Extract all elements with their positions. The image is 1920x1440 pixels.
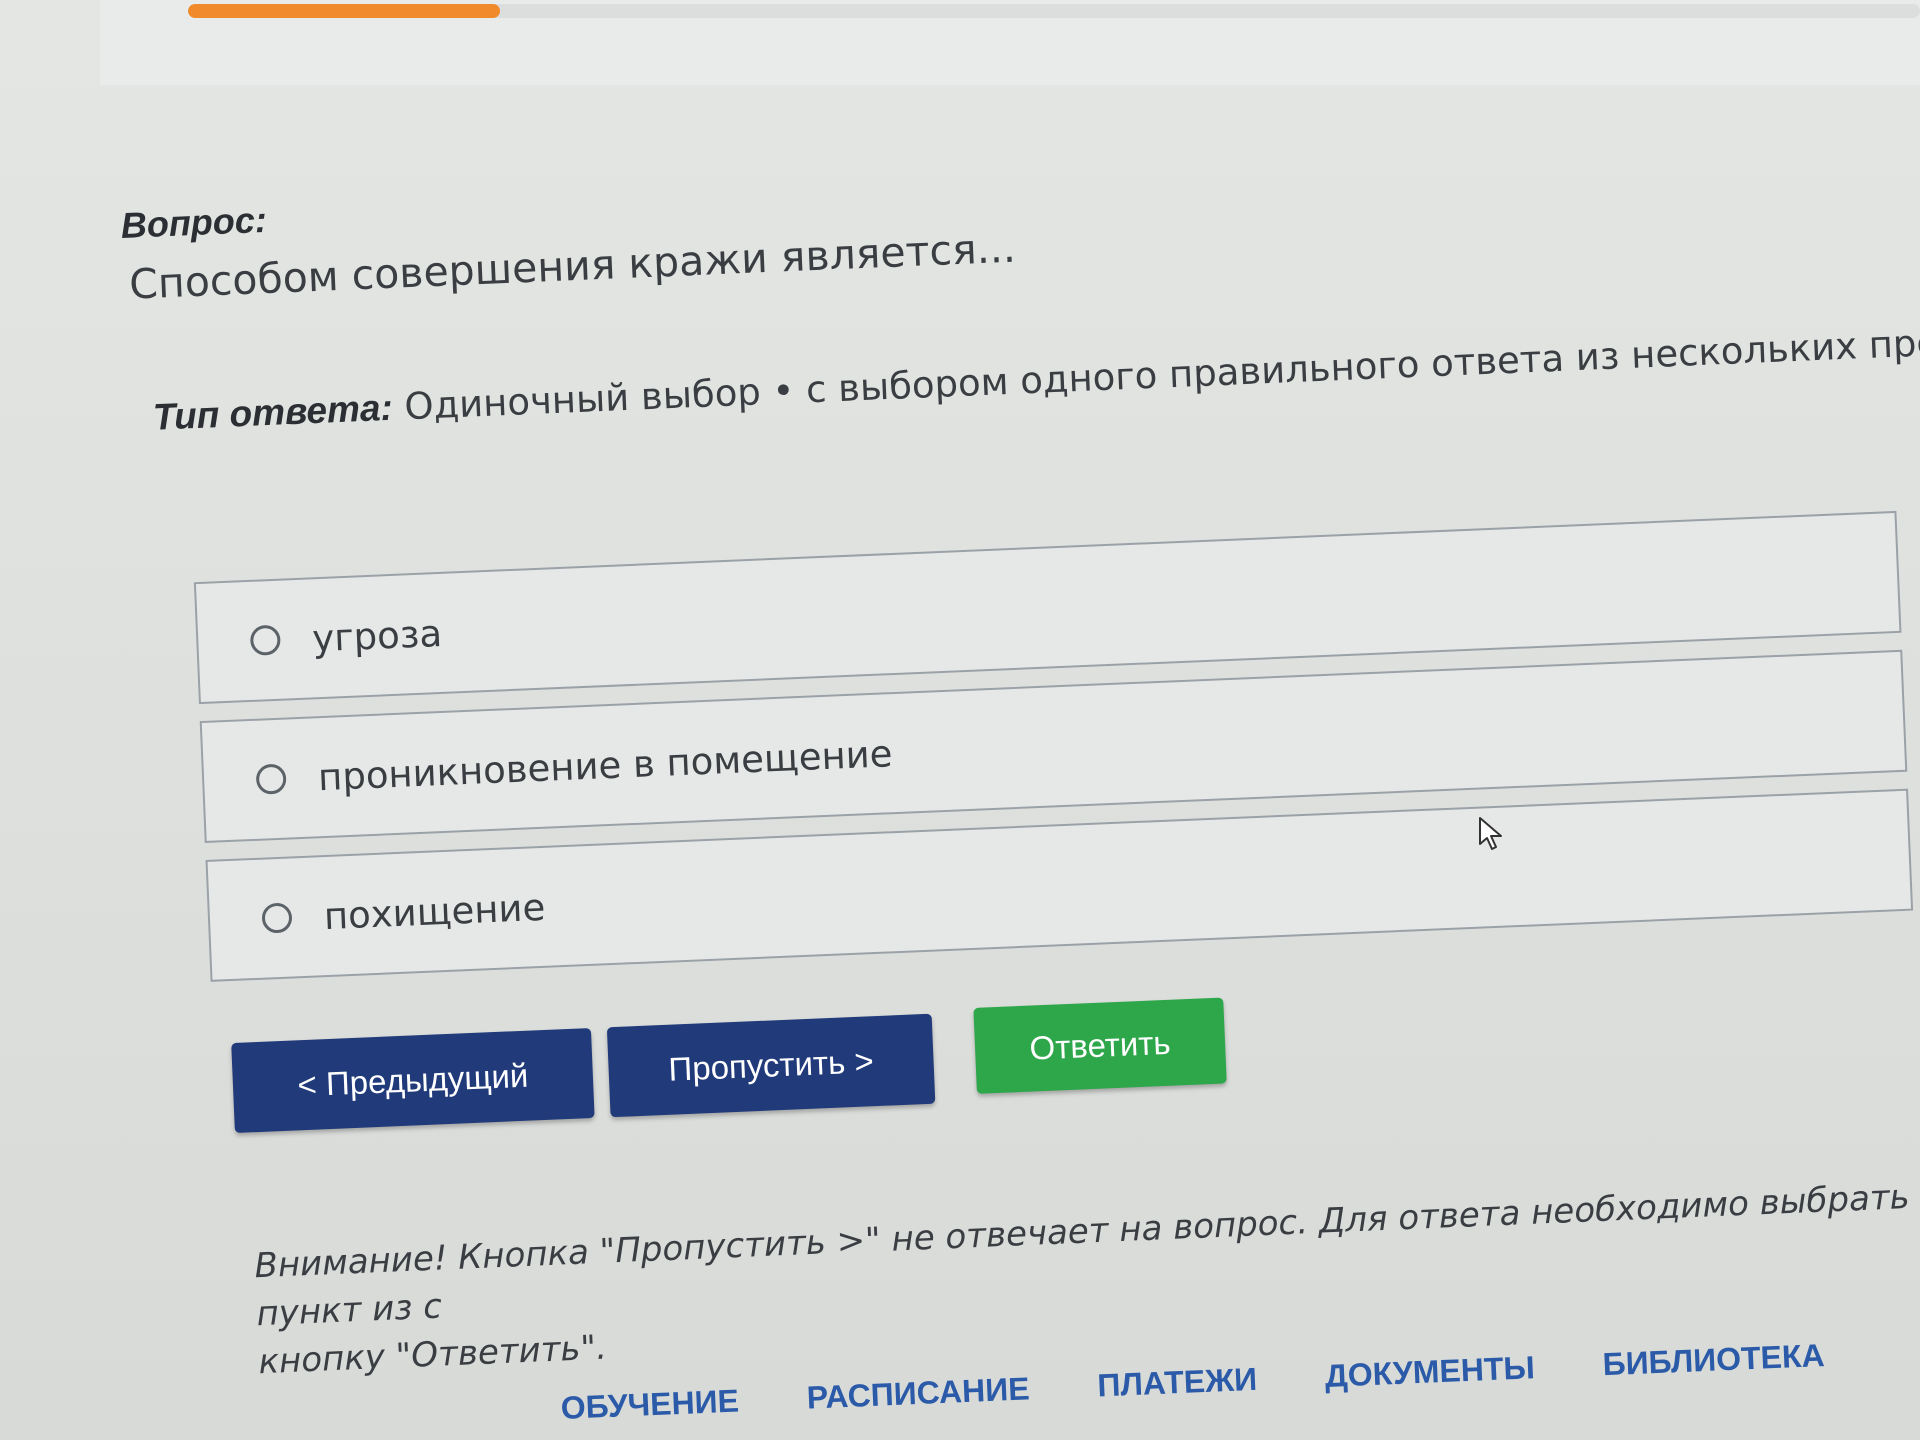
answer-button[interactable]: Ответить [973, 997, 1227, 1094]
radio-button[interactable] [249, 624, 281, 656]
nav-link-documents[interactable]: ДОКУМЕНТЫ [1324, 1349, 1535, 1395]
nav-link-library[interactable]: БИБЛИОТЕКА [1602, 1337, 1825, 1383]
answer-option-label: похищение [323, 885, 547, 938]
question-block: Вопрос: Способом совершения кражи являет… [120, 130, 1920, 1389]
radio-button[interactable] [255, 763, 287, 795]
nav-link-schedule[interactable]: РАСПИСАНИЕ [806, 1370, 1030, 1416]
answer-option-label: проникновение в помещение [317, 731, 894, 799]
mouse-cursor-icon [1479, 817, 1502, 850]
answer-type-label: Тип ответа: [152, 386, 394, 438]
progress-bar [188, 4, 1920, 18]
nav-link-learning[interactable]: ОБУЧЕНИЕ [560, 1383, 740, 1427]
action-buttons: < Предыдущий Пропустить > Ответить [231, 972, 1920, 1133]
nav-link-payments[interactable]: ПЛАТЕЖИ [1097, 1361, 1258, 1405]
previous-button[interactable]: < Предыдущий [231, 1028, 595, 1133]
radio-button[interactable] [261, 902, 293, 934]
answer-option-label: угроза [311, 611, 443, 660]
progress-bar-fill [188, 4, 500, 18]
answer-type-value: Одиночный выбор • с выбором одного прави… [403, 309, 1920, 429]
skip-button[interactable]: Пропустить > [606, 1013, 936, 1118]
answer-type: Тип ответа: Одиночный выбор • с выбором … [152, 309, 1920, 438]
quiz-page: Вопрос: Способом совершения кражи являет… [0, 0, 1920, 1440]
answer-options: угроза проникновение в помещение похищен… [193, 510, 1920, 982]
